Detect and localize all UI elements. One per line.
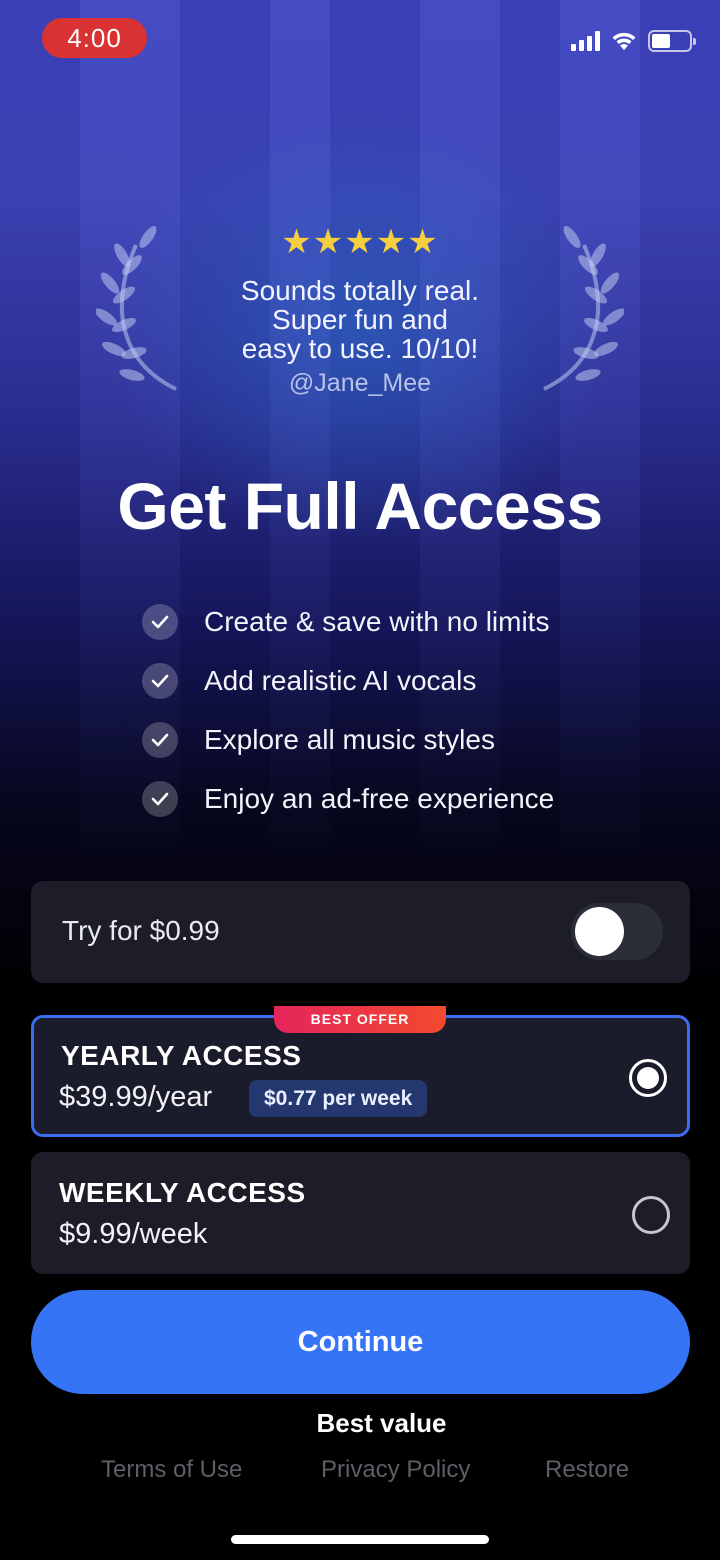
checkmark-icon: [142, 662, 178, 699]
plan-name: WEEKLY ACCESS: [59, 1177, 306, 1208]
restore-link[interactable]: Restore: [545, 1456, 629, 1484]
status-time: 4:00: [42, 18, 147, 58]
terms-of-use-link[interactable]: Terms of Use: [101, 1456, 242, 1484]
plan-option-yearly[interactable]: YEARLY ACCESS $39.99/year $0.77 per week: [31, 1015, 690, 1137]
plan-option-weekly[interactable]: WEEKLY ACCESS $9.99/week: [31, 1152, 690, 1274]
review-line: easy to use. 10/10!: [241, 333, 479, 364]
checkmark-icon: [142, 780, 178, 817]
feature-text: Add realistic AI vocals: [204, 664, 477, 696]
cellular-signal-icon: [571, 31, 600, 51]
plan-price: $9.99/week: [59, 1218, 208, 1250]
trial-card: Try for $0.99: [31, 881, 690, 983]
feature-item: Add realistic AI vocals: [142, 651, 554, 710]
checkmark-icon: [142, 603, 178, 640]
checkmark-icon: [142, 721, 178, 758]
privacy-policy-link[interactable]: Privacy Policy: [321, 1456, 470, 1484]
plan-name: YEARLY ACCESS: [61, 1040, 302, 1071]
home-indicator[interactable]: [231, 1535, 489, 1544]
status-icons: [571, 30, 696, 52]
page-title: Get Full Access: [117, 469, 603, 543]
radio-unselected[interactable]: [632, 1196, 670, 1234]
paywall-screen: 4:00 ★★★★★ Sounds totally real. Super fu…: [0, 0, 720, 1560]
feature-text: Create & save with no limits: [204, 605, 550, 637]
battery-icon: [648, 30, 696, 52]
feature-item: Enjoy an ad-free experience: [142, 769, 554, 828]
feature-item: Create & save with no limits: [142, 592, 554, 651]
feature-text: Explore all music styles: [204, 723, 495, 755]
review-line: Super fun and: [272, 304, 448, 335]
feature-text: Enjoy an ad-free experience: [204, 782, 555, 814]
feature-list: Create & save with no limits Add realist…: [142, 592, 554, 828]
light-beam: [560, 0, 640, 900]
best-offer-badge: BEST OFFER: [274, 1006, 446, 1033]
feature-item: Explore all music styles: [142, 710, 554, 769]
toggle-knob: [575, 907, 624, 956]
plan-price: $39.99/year: [59, 1081, 213, 1113]
wifi-icon: [612, 32, 636, 50]
continue-button[interactable]: Continue: [31, 1290, 690, 1394]
review-quote: Sounds totally real. Super fun and easy …: [0, 276, 720, 363]
radio-selected[interactable]: [629, 1059, 667, 1097]
review-author: @Jane_Mee: [288, 369, 432, 397]
per-week-badge: $0.77 per week: [249, 1080, 428, 1117]
trial-label: Try for $0.99: [62, 915, 220, 946]
best-value-label: Best value: [316, 1408, 447, 1438]
rating-stars-icon: ★★★★★: [281, 223, 439, 261]
trial-toggle[interactable]: [571, 903, 663, 960]
review-line: Sounds totally real.: [240, 275, 480, 306]
